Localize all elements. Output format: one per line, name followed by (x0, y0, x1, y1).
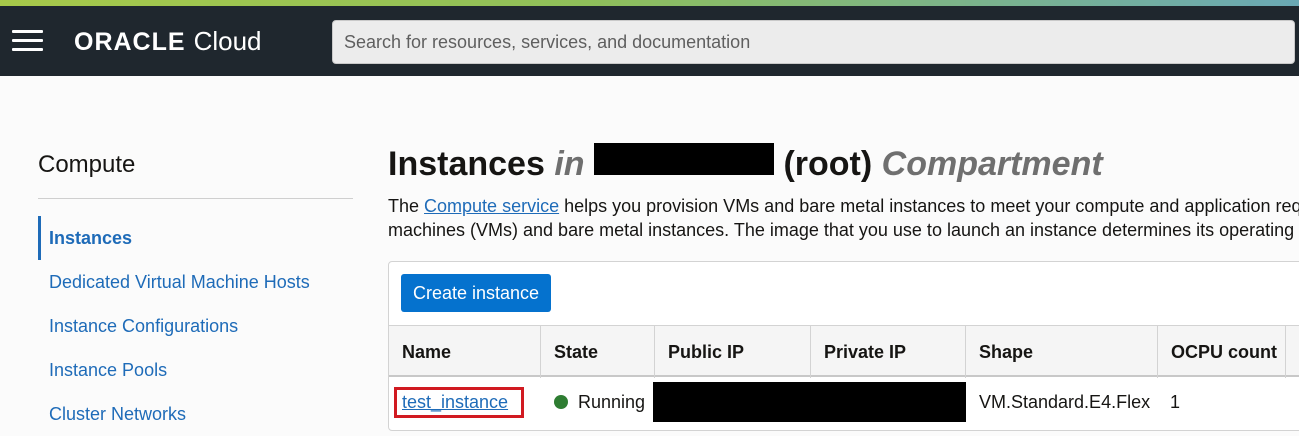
sidebar-item-cluster-networks[interactable]: Cluster Networks (38, 392, 353, 436)
sidebar-title: Compute (38, 151, 136, 178)
column-header-private-ip[interactable]: Private IP (811, 326, 966, 378)
brand-oracle-text: ORACLE (74, 28, 186, 56)
instance-state-text: Running (578, 391, 646, 412)
redacted-ip-addresses (653, 382, 966, 422)
column-header-public-ip[interactable]: Public IP (655, 326, 811, 378)
instance-ocpu-cell: 1 (1170, 391, 1181, 412)
compute-service-link[interactable]: Compute service (424, 196, 559, 216)
sidebar-item-instance-configurations[interactable]: Instance Configurations (38, 304, 353, 348)
column-header-shape[interactable]: Shape (966, 326, 1158, 378)
instance-name-link[interactable]: test_instance (402, 392, 508, 412)
sidebar-item-instances[interactable]: Instances (38, 216, 353, 260)
page-title-in: in (554, 145, 585, 183)
ip-cells (653, 379, 966, 425)
column-header-name[interactable]: Name (389, 326, 541, 378)
sidebar-item-dedicated-vm-hosts[interactable]: Dedicated Virtual Machine Hosts (38, 260, 353, 304)
page-title: Instances in (root) Compartment (388, 143, 1103, 184)
instance-shape-cell: VM.Standard.E4.Flex (979, 391, 1151, 412)
page-description: The Compute service helps you provision … (388, 194, 1299, 242)
table-header: Name State Public IP Private IP Shape OC… (389, 325, 1299, 378)
oracle-cloud-logo[interactable]: ORACLE Cloud (74, 26, 262, 58)
column-header-ocpu-count[interactable]: OCPU count (1158, 326, 1286, 378)
sidebar-divider (38, 198, 353, 199)
page-title-root: (root) (783, 145, 873, 183)
instance-state-cell: Running (554, 379, 645, 425)
top-bar: ORACLE Cloud (0, 6, 1299, 76)
desc-lead: The (388, 196, 425, 216)
highlight-box: test_instance (394, 386, 525, 418)
running-status-icon (554, 395, 568, 409)
create-instance-button[interactable]: Create instance (401, 274, 551, 312)
desc-line2: machines (VMs) and bare metal instances.… (388, 220, 1299, 240)
instance-name-cell: test_instance (394, 384, 525, 420)
column-header-state[interactable]: State (541, 326, 655, 378)
desc-line1-rest: helps you provision VMs and bare metal i… (564, 196, 1299, 216)
search-input[interactable] (332, 20, 1295, 64)
table-row: test_instance Running VM.Standard.E4.Fle… (389, 379, 1299, 425)
page-title-compartment: Compartment (881, 145, 1103, 183)
brand-cloud-text: Cloud (193, 26, 262, 56)
redacted-compartment-name (593, 143, 774, 175)
sidebar-item-instance-pools[interactable]: Instance Pools (38, 348, 353, 392)
menu-icon[interactable] (12, 30, 43, 52)
page-title-instances: Instances (388, 145, 545, 183)
